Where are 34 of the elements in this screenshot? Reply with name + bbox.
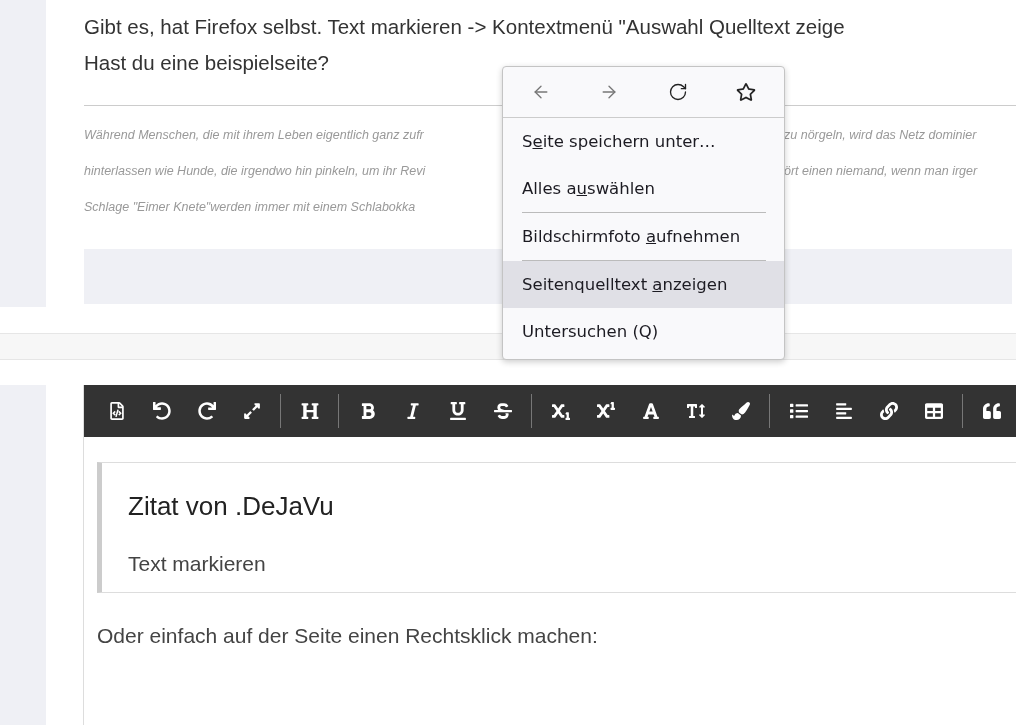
signature-text: zu nörgeln, wird das Netz dominier xyxy=(784,127,977,144)
brush-icon xyxy=(731,402,750,420)
strikethrough-icon xyxy=(493,402,512,420)
quote-icon xyxy=(982,402,1001,420)
menu-item[interactable]: Alles auswählen xyxy=(503,165,784,212)
text-height-icon xyxy=(686,402,705,420)
underline-icon xyxy=(448,402,467,420)
align-left-icon xyxy=(834,402,853,420)
superscript-icon xyxy=(596,402,615,420)
subscript-icon xyxy=(551,402,570,420)
reload-icon xyxy=(667,82,688,102)
signature-text: hinterlassen wie Hunde, die irgendwo hin pinkeln, um ihr Revi xyxy=(84,163,426,180)
list-icon xyxy=(789,402,808,420)
post-text: Hast du eine beispielseite? xyxy=(84,50,331,76)
editor-text: Oder einfach auf der Seite einen Rechtsklick machen: xyxy=(97,624,599,648)
code-file-icon xyxy=(107,402,126,420)
menu-item[interactable]: Bildschirmfoto aufnehmen xyxy=(503,213,784,260)
signature-text: Schlage "Eimer Knete"werden immer mit einem Schlabokka xyxy=(84,199,416,216)
expand-icon xyxy=(242,402,261,420)
font-icon xyxy=(641,402,660,420)
signature-text: ört einen niemand, wenn man irger xyxy=(784,163,978,180)
redo-icon xyxy=(197,402,216,420)
signature-text: Während Menschen, die mit ihrem Leben eigentlich ganz zufr xyxy=(84,127,424,144)
link-icon xyxy=(879,402,898,420)
menu-item[interactable]: Untersuchen (Q) xyxy=(503,308,784,355)
quote-text: Text markieren xyxy=(128,552,267,576)
table-icon xyxy=(924,402,943,420)
undo-icon xyxy=(152,402,171,420)
quote-author: Zitat von .DeJaVu xyxy=(128,491,335,522)
post-text: Gibt es, hat Firefox selbst. Text markieren -> Kontextmenü "Auswahl Quelltext zeige xyxy=(84,14,846,40)
menu-item[interactable]: Seitenquelltext anzeigen xyxy=(503,261,784,308)
star-icon xyxy=(735,82,756,102)
heading-icon xyxy=(300,402,319,420)
menu-item[interactable]: Seite speichern unter… xyxy=(503,118,784,165)
